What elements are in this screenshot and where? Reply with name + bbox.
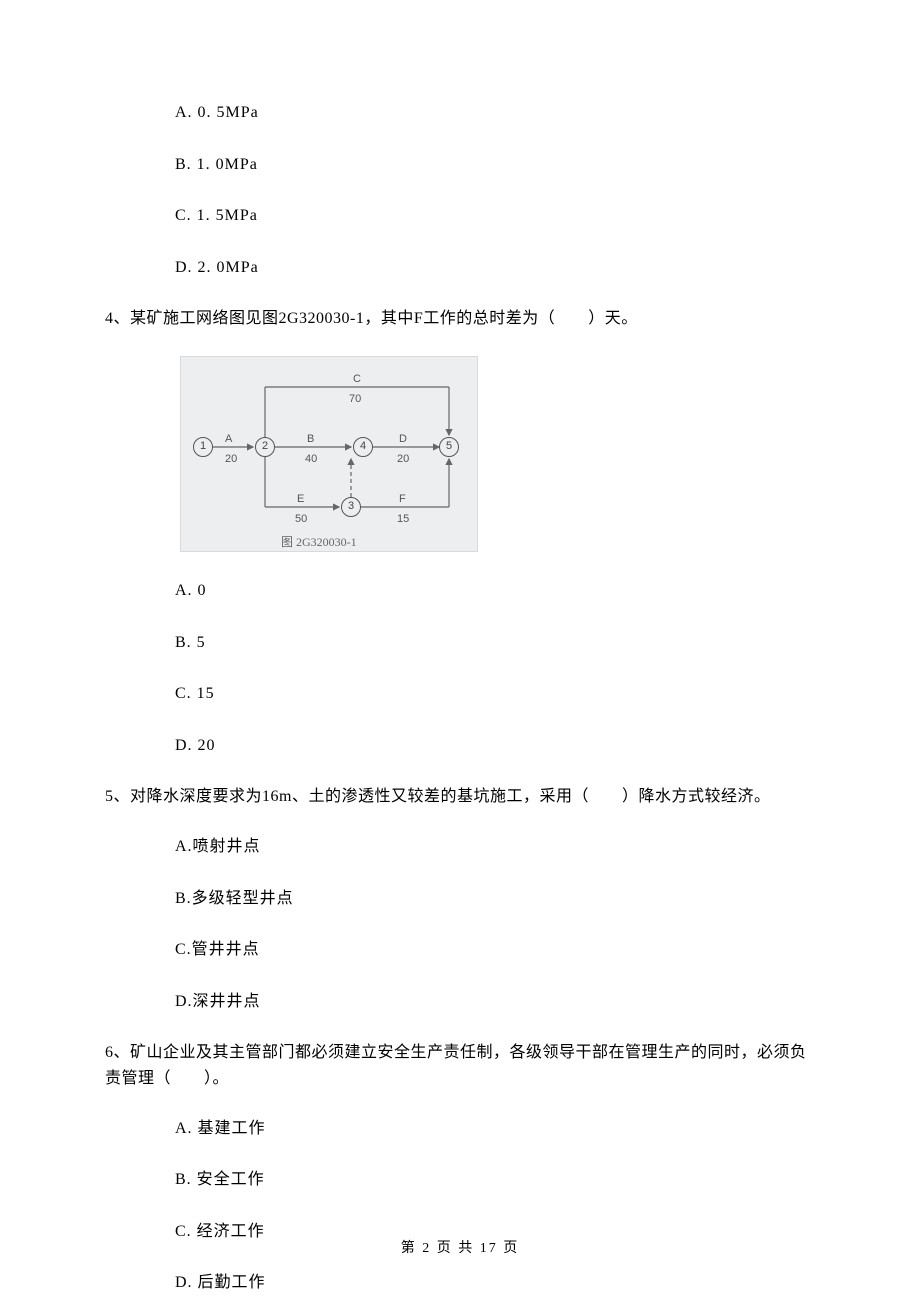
q5-option-c: C.管井井点 [175,937,815,963]
q4-option-a: A. 0 [175,578,815,604]
act-B-label: B [307,431,314,449]
q6-option-b: B. 安全工作 [175,1167,815,1193]
act-F-label: F [399,491,406,509]
node-2: 2 [255,437,275,457]
q6-option-a: A. 基建工作 [175,1116,815,1142]
act-D-label: D [399,431,407,449]
q4-option-d: D. 20 [175,733,815,759]
act-A-label: A [225,431,232,449]
q5-option-d: D.深井井点 [175,989,815,1015]
q4-diagram-container: 1 2 3 4 5 A 20 B 40 C 70 D 20 E 50 F 15 … [180,356,815,552]
q3-option-b: B. 1. 0MPa [175,152,815,178]
q4-option-c: C. 15 [175,681,815,707]
q6-text: 6、矿山企业及其主管部门都必须建立安全生产责任制，各级领导干部在管理生产的同时，… [105,1040,815,1091]
q3-option-a: A. 0. 5MPa [175,100,815,126]
network-diagram: 1 2 3 4 5 A 20 B 40 C 70 D 20 E 50 F 15 … [180,356,478,552]
act-B-dur: 40 [305,451,317,469]
q4-option-b: B. 5 [175,630,815,656]
page-footer: 第 2 页 共 17 页 [0,1238,920,1260]
q6-option-d: D. 后勤工作 [175,1270,815,1296]
q5-option-a: A.喷射井点 [175,834,815,860]
question-4: 4、某矿施工网络图见图2G320030-1，其中F工作的总时差为（ ）天。 [105,306,815,758]
q5-text: 5、对降水深度要求为16m、土的渗透性又较差的基坑施工，采用（ ）降水方式较经济… [105,784,815,810]
node-1: 1 [193,437,213,457]
act-D-dur: 20 [397,451,409,469]
act-E-label: E [297,491,304,509]
node-5: 5 [439,437,459,457]
q4-text: 4、某矿施工网络图见图2G320030-1，其中F工作的总时差为（ ）天。 [105,306,815,332]
node-4: 4 [353,437,373,457]
question-3-options: A. 0. 5MPa B. 1. 0MPa C. 1. 5MPa D. 2. 0… [105,100,815,280]
act-E-dur: 50 [295,511,307,529]
diagram-caption: 图 2G320030-1 [281,533,357,552]
act-A-dur: 20 [225,451,237,469]
act-C-dur: 70 [349,391,361,409]
q5-option-b: B.多级轻型井点 [175,886,815,912]
q3-option-c: C. 1. 5MPa [175,203,815,229]
q3-option-d: D. 2. 0MPa [175,255,815,281]
act-F-dur: 15 [397,511,409,529]
act-C-label: C [353,371,361,389]
node-3: 3 [341,497,361,517]
question-5: 5、对降水深度要求为16m、土的渗透性又较差的基坑施工，采用（ ）降水方式较经济… [105,784,815,1014]
